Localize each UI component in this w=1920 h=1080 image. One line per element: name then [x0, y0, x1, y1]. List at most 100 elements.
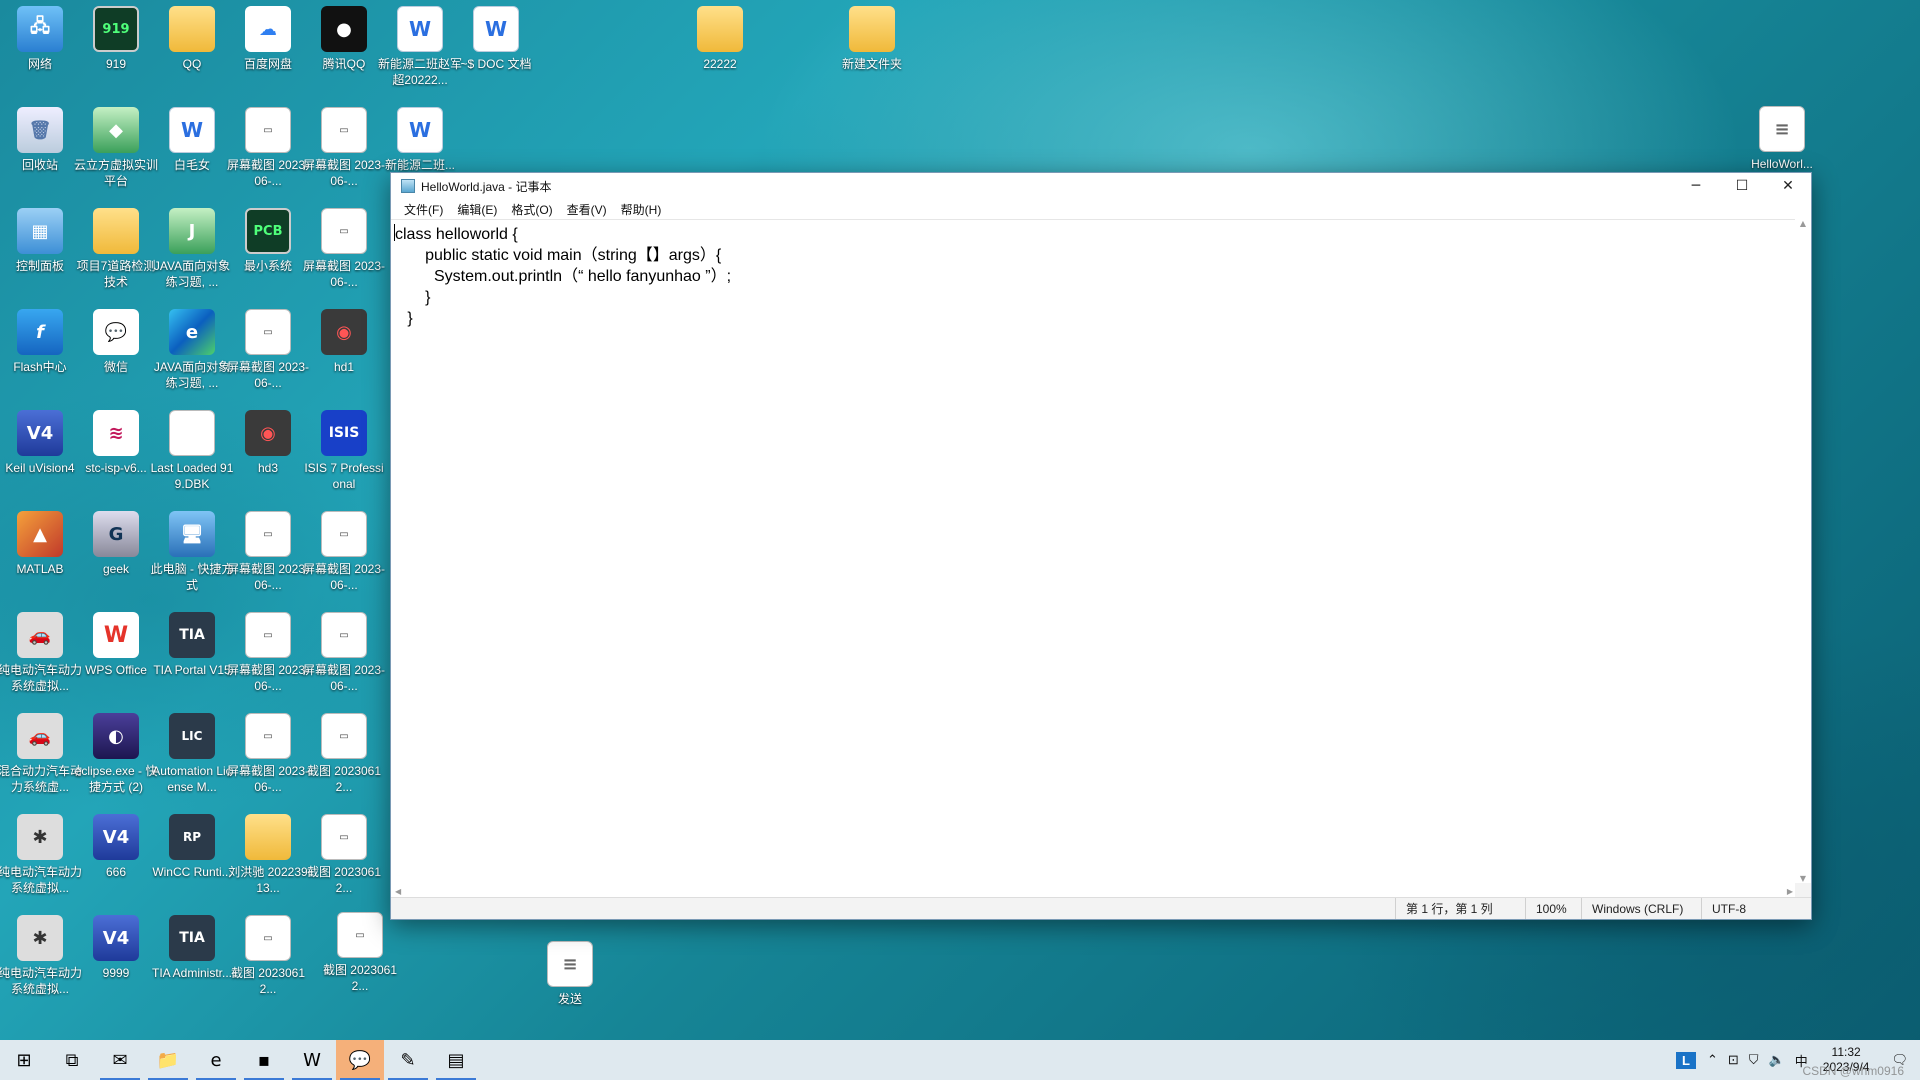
notepad-icon: ▤: [447, 1049, 465, 1071]
wps-app[interactable]: W: [288, 1040, 336, 1080]
file-explorer-app[interactable]: 📁: [144, 1040, 192, 1080]
desktop-icon[interactable]: 刘洪驰 20223913...: [228, 814, 308, 910]
wechat-app[interactable]: 💬: [336, 1040, 384, 1080]
desktop-icon[interactable]: ▭ 屏幕截图 2023-06-...: [227, 511, 309, 607]
scroll-right-icon[interactable]: ▶: [1787, 887, 1793, 896]
desktop-icon[interactable]: ◐ eclipse.exe - 快捷方式 (2): [75, 713, 157, 809]
desktop-icon[interactable]: ▭ 屏幕截图 2023-06-...: [303, 612, 385, 708]
editor-content[interactable]: class helloworld { public static void ma…: [394, 226, 731, 327]
desktop-icon[interactable]: TIA TIA Portal V15: [152, 612, 232, 708]
vertical-scrollbar[interactable]: ▲ ▼: [1795, 219, 1811, 883]
network-tray-icon[interactable]: ⊡: [1723, 1052, 1744, 1068]
desktop-icon[interactable]: ✱ 纯电动汽车动力系统虚拟...: [0, 915, 82, 1011]
desktop-icon[interactable]: ▭ 屏幕截图 2023-06-...: [227, 309, 309, 405]
desktop-icon[interactable]: ◉ hd3: [228, 410, 308, 506]
terminal-app[interactable]: ▪: [240, 1040, 288, 1080]
desktop-icon[interactable]: ▭ 屏幕截图 2023-06-...: [303, 208, 385, 304]
desktop-icon[interactable]: 🗑 回收站: [0, 107, 80, 203]
scroll-left-icon[interactable]: ◀: [395, 887, 401, 896]
desktop-icon[interactable]: J JAVA面向对象练习题, ...: [152, 208, 232, 304]
file-explorer-icon: 📁: [156, 1049, 180, 1071]
desktop-icon[interactable]: Ggeek: [76, 511, 156, 607]
desktop-icon[interactable]: ▭ 屏幕截图 2023-06-...: [227, 713, 309, 809]
desktop-icon[interactable]: 🖧 网络: [0, 6, 80, 102]
desktop-icon[interactable]: ≋ stc-isp-v6...: [76, 410, 156, 506]
desktop-icon[interactable]: W ~$ DOC 文档: [456, 6, 536, 102]
scroll-down-icon[interactable]: ▼: [1800, 874, 1806, 883]
wps-icon: W: [303, 1049, 321, 1071]
isis-icon: ISIS: [321, 410, 367, 456]
desktop-icon[interactable]: W WPS Office: [76, 612, 156, 708]
desktop-icon-label: Automation License M...: [152, 764, 232, 794]
desktop-icon[interactable]: ▭ 截图 20230612...: [304, 814, 384, 910]
desktop-icon[interactable]: TIA TIA Administr...: [152, 915, 232, 1011]
desktop-icon[interactable]: ▭ 屏幕截图 2023-06-...: [303, 511, 385, 607]
desktop-icon[interactable]: ▭ 截图 20230612...: [304, 713, 384, 809]
scroll-up-icon[interactable]: ▲: [1800, 219, 1806, 228]
desktop-icon[interactable]: ▭ 截图 20230612...: [320, 912, 400, 1008]
folder-icon: [93, 208, 139, 254]
desktop-icon[interactable]: ▭ 截图 20230612...: [228, 915, 308, 1011]
start-button[interactable]: ⊞: [0, 1040, 48, 1080]
folder-icon: [169, 6, 215, 52]
desktop-icon[interactable]: 新建文件夹: [832, 6, 912, 102]
ime-badge[interactable]: L: [1676, 1051, 1696, 1069]
desktop-icon[interactable]: ▭ 屏幕截图 2023-06-...: [303, 107, 385, 203]
notepad-titlebar[interactable]: HelloWorld.java - 记事本 ─ ☐ ✕: [391, 173, 1811, 199]
desktop-icon[interactable]: ▭ 屏幕截图 2023-06-...: [227, 107, 309, 203]
desktop-icon-label: geek: [102, 562, 130, 576]
desktop-icon[interactable]: RP WinCC Runti...: [152, 814, 232, 910]
screenshot-icon: ▭: [245, 713, 291, 759]
desktop-icon[interactable]: W 白毛女: [152, 107, 232, 203]
desktop-icon[interactable]: 919 919: [76, 6, 156, 102]
desktop-icon[interactable]: 项目7道路检测技术: [76, 208, 156, 304]
menu-format[interactable]: 格式(O): [504, 201, 559, 218]
desktop-icon[interactable]: QQ: [152, 6, 232, 102]
desktop-icon[interactable]: 22222: [680, 6, 760, 102]
notepad-app[interactable]: ▤: [432, 1040, 480, 1080]
desktop-icon[interactable]: ◉ hd1: [304, 309, 384, 405]
desktop-icon[interactable]: ▲ MATLAB: [0, 511, 80, 607]
desktop-icon[interactable]: 🚗 纯电动汽车动力系统虚拟...: [0, 612, 82, 708]
desktop-icon[interactable]: V4 9999: [76, 915, 156, 1011]
desktop-icon[interactable]: ☁ 百度网盘: [228, 6, 308, 102]
desktop-icon[interactable]: V4 666: [76, 814, 156, 910]
desktop-icon[interactable]: ISIS ISIS 7 Professional: [304, 410, 384, 506]
chevron-up-icon[interactable]: ⌃: [1702, 1052, 1723, 1068]
desktop-icon[interactable]: V4 Keil uVision4: [0, 410, 80, 506]
desktop-icon[interactable]: Last Loaded 919.DBK: [151, 410, 233, 506]
task-view-button[interactable]: ⧉: [48, 1040, 96, 1080]
desktop-icon-label: WPS Office: [85, 663, 147, 677]
desktop-icon[interactable]: LIC Automation License M...: [152, 713, 232, 809]
desktop-icon[interactable]: ▭ 屏幕截图 2023-06-...: [227, 612, 309, 708]
desktop-icon[interactable]: e JAVA面向对象练习题, ...: [152, 309, 232, 405]
desktop-icon[interactable]: ▦ 控制面板: [0, 208, 80, 304]
desktop-icon[interactable]: f Flash中心: [0, 309, 80, 405]
desktop-icon[interactable]: ● 腾讯QQ: [304, 6, 384, 102]
close-button[interactable]: ✕: [1765, 173, 1811, 199]
menu-view[interactable]: 查看(V): [560, 201, 614, 218]
desktop-icon[interactable]: ◆ 云立方虚拟实训平台: [74, 107, 158, 203]
minimize-button[interactable]: ─: [1673, 173, 1719, 199]
desktop-icon[interactable]: 🚗 混合动力汽车动力系统虚...: [0, 713, 82, 809]
desktop-icon-label: 新能源二班赵军超20222...: [378, 57, 463, 87]
desktop-icon[interactable]: 💬 微信: [76, 309, 156, 405]
text-editor[interactable]: class helloworld { public static void ma…: [391, 219, 1797, 883]
desktop-icon[interactable]: PCB 最小系统: [228, 208, 308, 304]
encoding: UTF-8: [1701, 898, 1811, 919]
desktop-icon[interactable]: ✱ 纯电动汽车动力系统虚拟...: [0, 814, 82, 910]
maximize-button[interactable]: ☐: [1719, 173, 1765, 199]
desktop-icon[interactable]: W 新能源二班赵军超20222...: [378, 6, 463, 102]
edge-app[interactable]: e: [192, 1040, 240, 1080]
desktop-icon[interactable]: ≡ 发送: [530, 941, 610, 1037]
notepad-app-alt[interactable]: ✎: [384, 1040, 432, 1080]
menu-edit[interactable]: 编辑(E): [450, 201, 504, 218]
menu-file[interactable]: 文件(F): [397, 201, 450, 218]
keil-icon: V4: [93, 915, 139, 961]
desktop-icon[interactable]: 🖥 此电脑 - 快捷方式: [151, 511, 233, 607]
menu-help[interactable]: 帮助(H): [614, 201, 669, 218]
security-tray-icon[interactable]: ⛉: [1744, 1052, 1764, 1068]
mail-app[interactable]: ✉: [96, 1040, 144, 1080]
license-manager-icon: LIC: [169, 713, 215, 759]
volume-icon[interactable]: 🔈: [1764, 1052, 1790, 1068]
